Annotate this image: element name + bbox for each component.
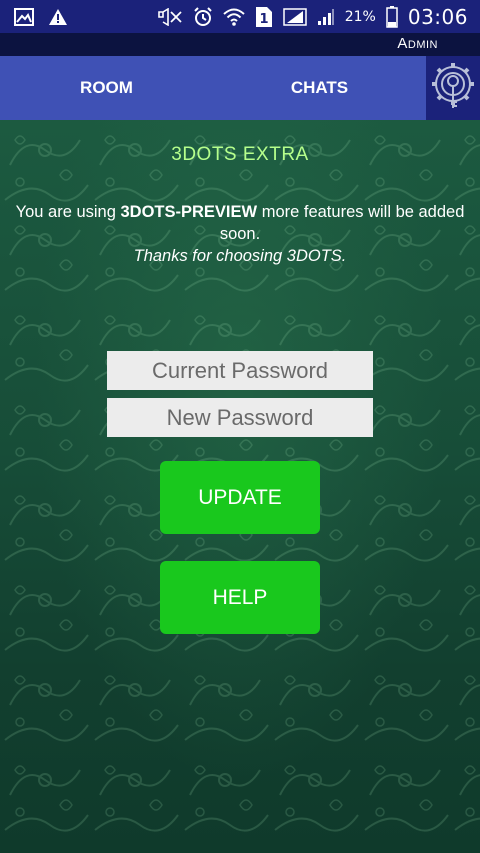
clock: 03:06 — [407, 4, 468, 29]
status-bar: 1 21% 03:06 — [0, 0, 480, 33]
gear-key-icon — [428, 60, 478, 117]
settings-button[interactable] — [426, 56, 480, 120]
update-button[interactable]: UPDATE — [160, 461, 320, 534]
sim-1-icon: 1 — [255, 6, 273, 28]
admin-label: Admin — [397, 35, 438, 52]
wifi-icon — [223, 7, 245, 27]
warning-icon — [48, 8, 68, 26]
battery-percent: 21% — [344, 8, 376, 25]
info-message: You are using 3DOTS-PREVIEW more feature… — [14, 201, 466, 267]
tab-bar: ROOM CHATS — [0, 56, 480, 120]
main-content: 3DOTS EXTRA You are using 3DOTS-PREVIEW … — [0, 120, 480, 853]
new-password-input[interactable] — [107, 398, 373, 437]
gallery-icon — [14, 7, 34, 26]
page-title: 3DOTS EXTRA — [171, 144, 309, 165]
signal-icon-2 — [317, 7, 335, 27]
tab-chats[interactable]: CHATS — [213, 56, 426, 120]
battery-icon — [386, 5, 398, 28]
admin-strip: Admin — [0, 33, 480, 56]
help-button[interactable]: HELP — [160, 561, 320, 634]
alarm-icon — [193, 6, 213, 27]
message-bold: 3DOTS-PREVIEW — [120, 203, 258, 221]
tab-room[interactable]: ROOM — [0, 56, 213, 120]
sim-number: 1 — [259, 12, 268, 27]
message-suffix: more features will be added soon. — [219, 203, 465, 243]
mute-icon — [157, 7, 183, 26]
message-thanks: Thanks for choosing 3DOTS. — [133, 247, 347, 265]
signal-icon — [282, 7, 307, 27]
current-password-input[interactable] — [107, 351, 373, 390]
message-prefix: You are using — [15, 203, 121, 221]
